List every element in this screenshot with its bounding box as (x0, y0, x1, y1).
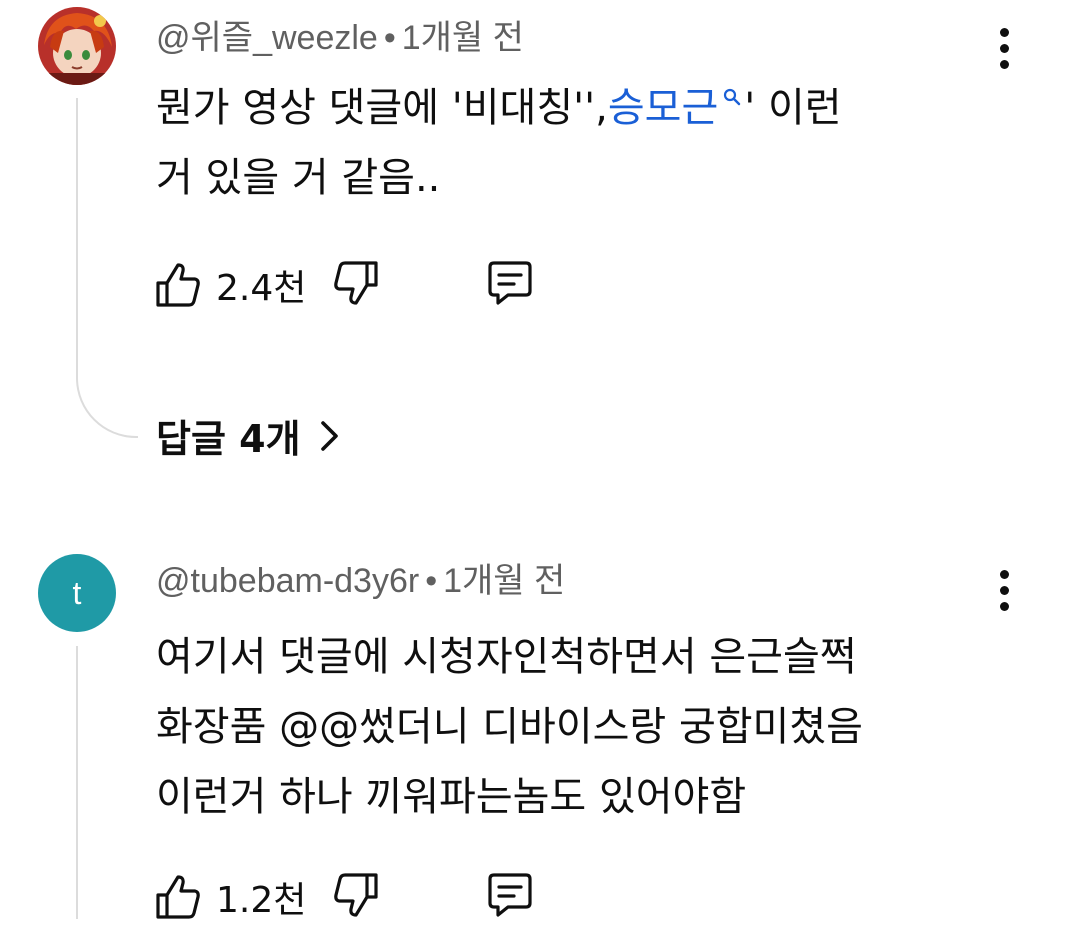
like-count: 2.4천 (216, 268, 307, 309)
comment-text: 여기서 댓글에 시청자인척하면서 은근슬쩍 화장품 @@썼더니 디바이스랑 궁합… (156, 622, 863, 832)
author-name[interactable]: @위즐_weezle (156, 19, 378, 57)
reply-button[interactable] (484, 871, 536, 923)
like-button[interactable]: 1.2천 (154, 871, 306, 923)
comment-time: 1개월 전 (443, 562, 566, 600)
comment-text-line-2: 화장품 @@썼더니 디바이스랑 궁합미쳤음 (156, 704, 863, 750)
avatar[interactable]: t (38, 554, 116, 632)
search-icon (724, 88, 741, 105)
thumbs-up-icon (156, 875, 200, 919)
comment-text: 뭔가 영상 댓글에 '비대칭'',승모근 ' 이런 거 있을 거 같음.. (156, 73, 842, 213)
comment-meta: @tubebam-d3y6r • 1개월 전 (156, 561, 565, 601)
thread-line (76, 98, 78, 368)
view-replies-button[interactable]: 답글 4개 (156, 408, 341, 463)
meta-separator: • (425, 562, 438, 600)
thumbs-up-icon (156, 263, 200, 307)
comment-time: 1개월 전 (401, 19, 524, 57)
search-link[interactable]: 승모근 (608, 85, 744, 131)
comment-text-line-3: 이런거 하나 끼워파는놈도 있어야함 (156, 774, 747, 820)
thumbs-down-icon (334, 873, 378, 917)
thumbs-down-icon (334, 261, 378, 305)
like-count: 1.2천 (216, 880, 307, 921)
avatar-icon[interactable] (38, 7, 116, 85)
like-button[interactable]: 2.4천 (154, 259, 306, 311)
more-vertical-icon[interactable] (984, 560, 1024, 620)
comment-reply-icon (488, 261, 532, 305)
comment-actions: 2.4천 (154, 255, 536, 315)
thread-curve (76, 360, 138, 438)
avatar-letter: t (72, 574, 82, 611)
comment-text-line-1: 여기서 댓글에 시청자인척하면서 은근슬쩍 (156, 634, 857, 680)
dislike-button[interactable] (332, 871, 380, 923)
comment-reply-icon (488, 873, 532, 917)
thread-line (76, 646, 78, 919)
comment-text-line-1: 뭔가 영상 댓글에 '비대칭'',승모근 ' 이런 (156, 73, 842, 143)
comment-text-line-2: 거 있을 거 같음.. (156, 155, 441, 201)
replies-label: 답글 4개 (156, 417, 301, 461)
meta-separator: • (383, 19, 396, 57)
chevron-right-icon (320, 420, 338, 451)
comment-text-suffix: ' 이런 (744, 85, 842, 131)
comment-2: t @tubebam-d3y6r • 1개월 전 여기서 댓글에 시청자인척하면서 … (0, 540, 1080, 921)
comment-1: @위즐_weezle • 1개월 전 뭔가 영상 댓글에 '비대칭'',승모근 ' 이… (0, 0, 1080, 480)
comment-text-prefix: 뭔가 영상 댓글에 '비대칭'', (156, 85, 608, 131)
comment-meta: @위즐_weezle • 1개월 전 (156, 18, 524, 58)
author-name[interactable]: @tubebam-d3y6r (156, 562, 419, 600)
comment-actions: 1.2천 (154, 867, 536, 927)
dislike-button[interactable] (332, 259, 380, 311)
search-link-label: 승모근 (607, 85, 719, 131)
more-vertical-icon[interactable] (984, 18, 1024, 78)
reply-button[interactable] (484, 259, 536, 311)
anime-avatar-icon (38, 7, 116, 85)
